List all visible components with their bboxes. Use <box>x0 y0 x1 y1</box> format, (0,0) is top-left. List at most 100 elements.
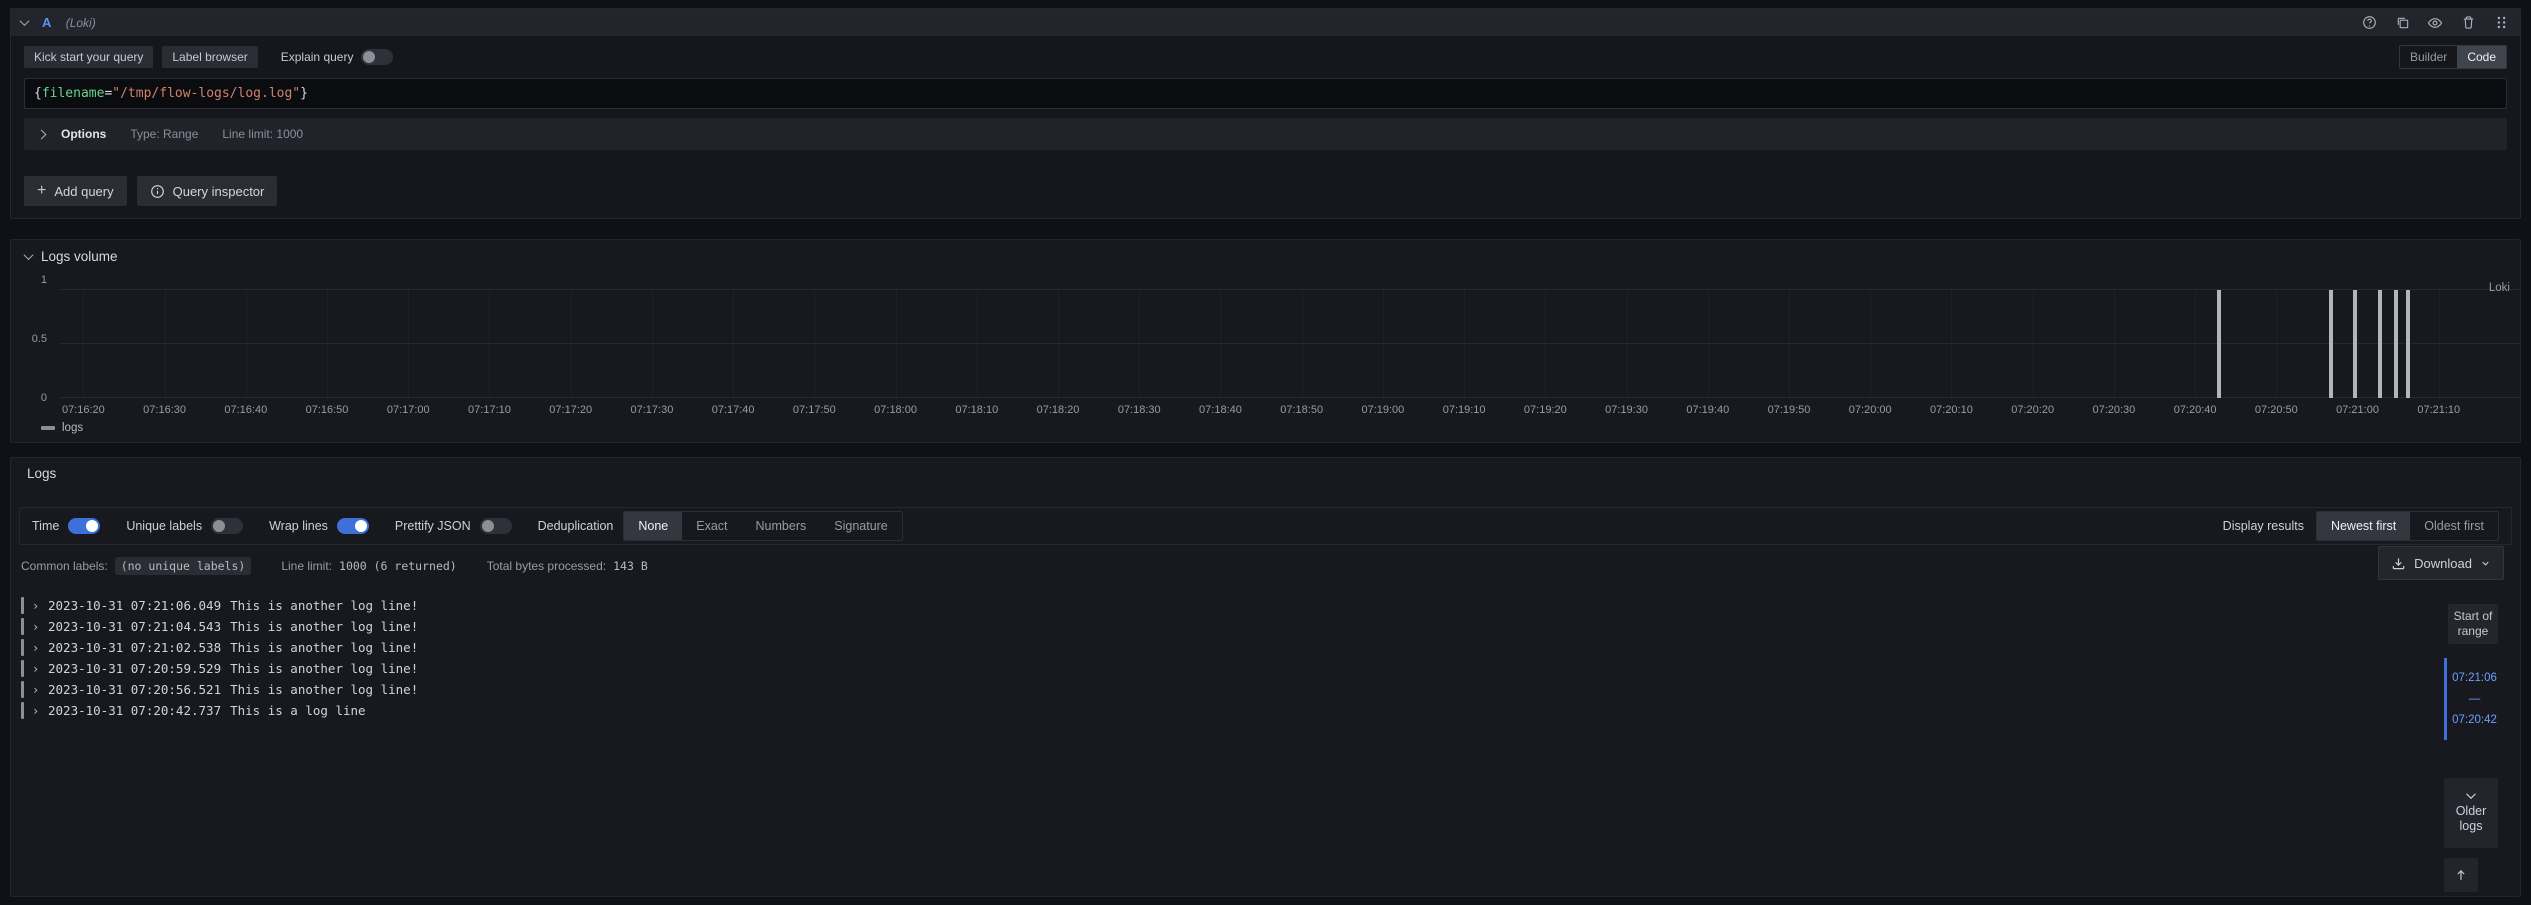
deduplication-control: Deduplication NoneExactNumbersSignature <box>538 511 903 541</box>
unique-labels-toggle[interactable] <box>211 518 243 534</box>
logs-volume-collapse-icon[interactable] <box>24 250 34 260</box>
logs-volume-bar[interactable] <box>2378 290 2382 398</box>
log-message: This is another log line! <box>230 640 418 655</box>
display-option-oldest-first[interactable]: Oldest first <box>2410 512 2498 540</box>
x-gridline <box>733 290 734 398</box>
x-tick-label: 07:20:50 <box>2255 404 2298 416</box>
dedup-option-none[interactable]: None <box>624 512 682 540</box>
expand-log-icon[interactable]: › <box>32 599 40 613</box>
drag-handle-icon[interactable] <box>2492 14 2510 32</box>
expand-log-icon[interactable]: › <box>32 704 40 718</box>
collapse-query-icon[interactable] <box>20 16 30 26</box>
x-tick-label: 07:16:50 <box>306 404 349 416</box>
logs-volume-bar[interactable] <box>2329 290 2333 398</box>
duplicate-query-icon[interactable] <box>2393 14 2411 32</box>
query-editor-container: A (Loki) <box>10 8 2521 219</box>
deduplication-label: Deduplication <box>538 519 614 533</box>
options-expand-icon[interactable] <box>37 129 47 139</box>
download-label: Download <box>2414 556 2472 571</box>
expand-log-icon[interactable]: › <box>32 662 40 676</box>
logs-volume-y-axis: 00.51 <box>11 280 55 398</box>
query-inspector-label: Query inspector <box>173 184 265 199</box>
plus-icon: + <box>37 183 46 199</box>
arrow-up-icon <box>2454 868 2468 882</box>
wrap-lines-toggle[interactable] <box>337 518 369 534</box>
log-level-indicator <box>21 702 24 719</box>
kick-start-query-button[interactable]: Kick start your query <box>24 46 153 68</box>
display-option-newest-first[interactable]: Newest first <box>2317 512 2410 540</box>
log-timestamp: 2023-10-31 07:21:04.543 <box>48 619 221 634</box>
toggle-knob <box>482 520 494 532</box>
log-row[interactable]: ›2023-10-31 07:20:59.529This is another … <box>21 658 2520 679</box>
x-gridline <box>1383 290 1384 398</box>
remove-query-trash-icon[interactable] <box>2459 14 2477 32</box>
x-gridline <box>1302 290 1303 398</box>
label-browser-button[interactable]: Label browser <box>162 46 257 68</box>
x-gridline <box>1139 290 1140 398</box>
log-row[interactable]: ›2023-10-31 07:21:02.538This is another … <box>21 637 2520 658</box>
log-row[interactable]: ›2023-10-31 07:21:06.049This is another … <box>21 595 2520 616</box>
log-message: This is another log line! <box>230 598 418 613</box>
logs-volume-bar[interactable] <box>2406 290 2410 398</box>
log-message: This is another log line! <box>230 619 418 634</box>
expand-log-icon[interactable]: › <box>32 641 40 655</box>
download-button[interactable]: Download <box>2378 546 2504 580</box>
prettify-json-toggle[interactable] <box>480 518 512 534</box>
x-tick-label: 07:21:00 <box>2336 404 2379 416</box>
log-row[interactable]: ›2023-10-31 07:20:42.737This is a log li… <box>21 700 2520 721</box>
x-tick-label: 07:20:30 <box>2092 404 2135 416</box>
mode-option-builder[interactable]: Builder <box>2400 46 2457 68</box>
display-results-label: Display results <box>2223 519 2304 533</box>
time-toggle[interactable] <box>68 518 100 534</box>
x-gridline <box>408 290 409 398</box>
older-logs-button[interactable]: Older logs <box>2444 778 2498 848</box>
x-gridline <box>327 290 328 398</box>
loki-query-input[interactable]: {filename="/tmp/flow-logs/log.log"} <box>24 78 2507 109</box>
logs-volume-legend[interactable]: logs <box>41 422 2520 434</box>
range-top-time: 07:21:06 <box>2452 672 2497 684</box>
y-tick-label: 0.5 <box>32 333 47 345</box>
expand-log-icon[interactable]: › <box>32 620 40 634</box>
range-separator: — <box>2469 693 2481 705</box>
dedup-option-exact[interactable]: Exact <box>682 512 741 540</box>
scroll-to-top-button[interactable] <box>2444 858 2478 892</box>
logs-title: Logs <box>11 458 2520 481</box>
help-icon[interactable] <box>2360 14 2378 32</box>
x-tick-label: 07:18:30 <box>1118 404 1161 416</box>
dedup-option-signature[interactable]: Signature <box>820 512 902 540</box>
unique-labels-label: Unique labels <box>126 519 202 533</box>
dedup-option-numbers[interactable]: Numbers <box>742 512 821 540</box>
toggle-knob <box>355 520 367 532</box>
query-row-header[interactable]: A (Loki) <box>11 9 2520 36</box>
query-options-row[interactable]: Options Type: Range Line limit: 1000 <box>24 118 2507 150</box>
logs-volume-bar[interactable] <box>2217 290 2221 398</box>
mode-option-code[interactable]: Code <box>2457 46 2506 68</box>
add-query-button[interactable]: + Add query <box>24 176 127 206</box>
x-gridline <box>1789 290 1790 398</box>
x-tick-label: 07:18:50 <box>1280 404 1323 416</box>
logs-volume-bar[interactable] <box>2394 290 2398 398</box>
logs-volume-header[interactable]: Logs volume <box>11 240 2520 266</box>
x-gridline <box>977 290 978 398</box>
line-limit-meta: Line limit: 1000 (6 returned) <box>281 559 456 573</box>
log-row[interactable]: ›2023-10-31 07:20:56.521This is another … <box>21 679 2520 700</box>
explain-query-toggle[interactable] <box>361 49 393 65</box>
logs-controls-left: TimeUnique labelsWrap linesPrettify JSON… <box>32 511 903 541</box>
logs-volume-bar[interactable] <box>2353 290 2357 398</box>
x-tick-label: 07:17:30 <box>630 404 673 416</box>
hide-response-eye-icon[interactable] <box>2426 14 2444 32</box>
logs-volume-plot[interactable]: Loki <box>59 290 2520 398</box>
log-message: This is another log line! <box>230 661 418 676</box>
logs-panel: Logs TimeUnique labelsWrap linesPrettify… <box>10 457 2521 897</box>
visible-range-indicator[interactable]: 07:21:06 — 07:20:42 <box>2444 658 2502 740</box>
log-row[interactable]: › 2023-10-31 07:21:04.543 This is another … <box>21 616 2520 637</box>
bytes-processed-label: Total bytes processed: <box>487 559 606 573</box>
expand-log-icon[interactable]: › <box>32 683 40 697</box>
toggle-knob <box>86 520 98 532</box>
x-tick-label: 07:17:00 <box>387 404 430 416</box>
time-control: Time <box>32 518 100 534</box>
logs-volume-panel: Logs volume 00.51 Loki 07:16:2007:16:300… <box>10 239 2521 443</box>
x-gridline <box>2195 290 2196 398</box>
query-inspector-button[interactable]: Query inspector <box>137 176 278 206</box>
x-gridline <box>489 290 490 398</box>
